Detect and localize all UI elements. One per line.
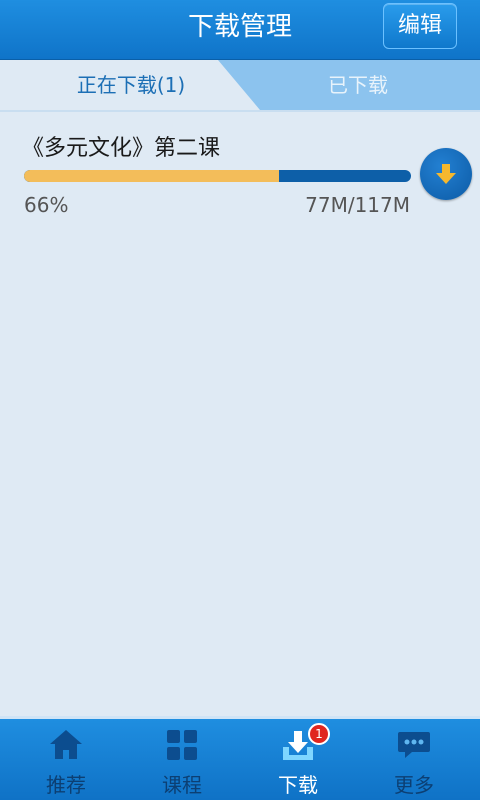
chat-bubble-icon [398,732,430,758]
download-progress-fill [24,170,280,182]
download-count-badge: 1 [308,723,330,745]
nav-label-courses: 课程 [162,773,202,797]
download-action-button[interactable] [420,148,472,200]
home-icon [50,730,82,759]
header-bar: 下载管理 编辑 [0,0,480,60]
nav-label-download: 下载 [278,773,318,797]
tab-downloading-label[interactable]: 正在下载(1) [0,60,262,110]
nav-label-recommend: 推荐 [46,773,86,797]
download-arrow-icon [436,164,456,184]
tab-bar: 正在下载(1) 已下载 [0,60,480,112]
tab-downloaded[interactable]: 已下载 [260,60,456,110]
nav-item-courses[interactable]: 课程 [122,719,242,800]
grid-icon [167,730,197,760]
download-percent: 66% [24,193,69,217]
download-size: 77M/117M [305,193,410,217]
download-progress-bar [24,170,411,182]
nav-item-download[interactable]: 1 下载 [238,719,358,800]
nav-item-recommend[interactable]: 推荐 [6,719,126,800]
nav-item-more[interactable]: 更多 [354,719,474,800]
nav-label-more: 更多 [394,773,434,797]
edit-button[interactable]: 编辑 [383,3,457,49]
bottom-nav: 推荐 课程 1 下载 更多 [0,716,480,800]
download-item-title: 《多元文化》第二课 [22,136,221,161]
